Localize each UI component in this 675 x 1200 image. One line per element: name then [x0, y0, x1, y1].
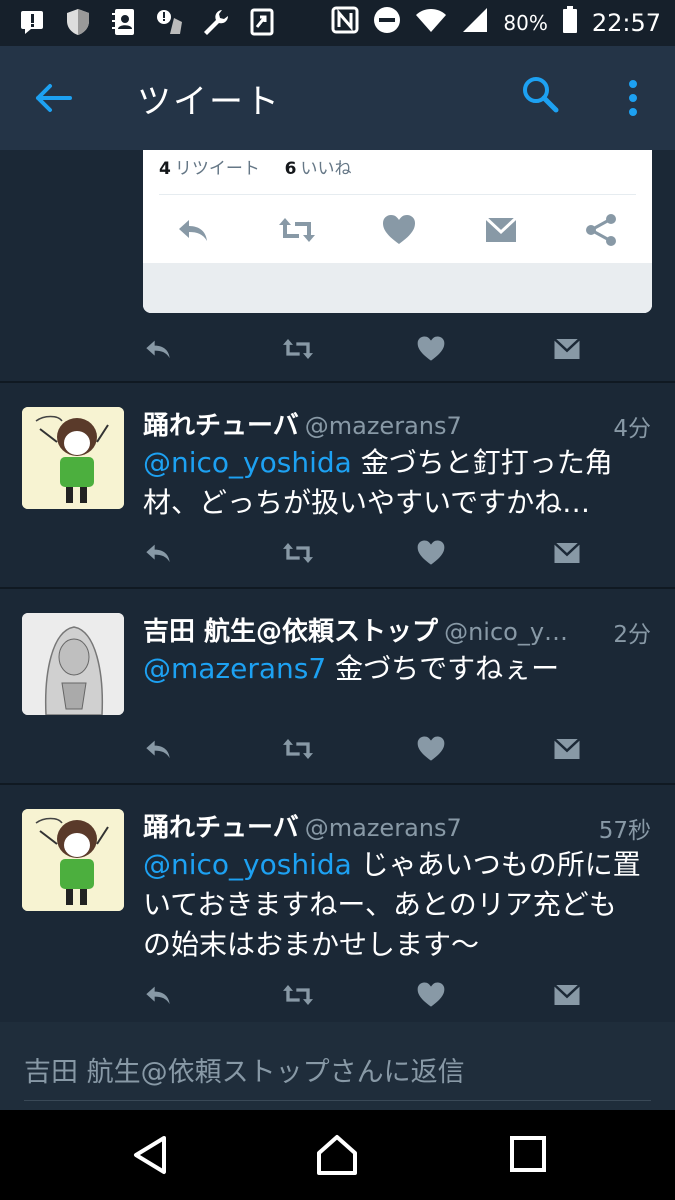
nav-home-icon[interactable] — [314, 1132, 360, 1178]
retweet-icon[interactable] — [281, 538, 313, 568]
alert-message-icon — [18, 8, 46, 36]
shield-icon — [64, 8, 92, 36]
embedded-retweet-count: 4 — [159, 159, 171, 179]
direct-message-icon[interactable] — [552, 334, 582, 364]
reply-icon[interactable] — [143, 334, 173, 364]
embedded-tweet-card[interactable]: 4 リツイート 6 いいね — [143, 150, 652, 313]
embedded-retweet-label: リツイート — [174, 159, 260, 179]
embedded-card-footer — [143, 263, 652, 313]
retweet-icon[interactable] — [281, 334, 313, 364]
mention-link[interactable]: @nico_yoshida — [143, 446, 352, 479]
reply-icon[interactable] — [143, 538, 173, 568]
tweet-time: 2分 — [613, 622, 651, 648]
screen-share-icon — [248, 8, 276, 36]
reply-composer[interactable]: 吉田 航生@依頼ストップさんに返信 — [0, 1022, 675, 1110]
tweet-text-line: 金づちと釘打った角 — [351, 446, 613, 479]
direct-message-icon[interactable] — [552, 538, 582, 568]
nfc-icon — [331, 6, 359, 40]
wrench-icon — [202, 8, 230, 36]
tweet-text: @mazerans7 金づちですねぇー — [143, 649, 655, 689]
author-display-name: 吉田 航生@依頼ストップ — [143, 617, 439, 647]
nav-recents-icon[interactable] — [506, 1132, 552, 1178]
tweet-text-line: の始末はおまかせします〜 — [143, 928, 480, 961]
embedded-like-count: 6 — [284, 159, 297, 179]
tweet-text-line: 金づちですねぇー — [326, 652, 560, 685]
contacts-book-icon — [110, 8, 138, 36]
author-display-name: 踊れチューバ — [143, 411, 299, 441]
app-bar: ツイート — [0, 46, 675, 150]
system-nav-bar — [0, 1110, 675, 1200]
avatar[interactable] — [22, 613, 124, 715]
status-bar: 80% 22:57 — [0, 0, 675, 46]
tweet-item[interactable]: 踊れチューバ @mazerans7 4分 @nico_yoshida 金づちと釘打… — [0, 383, 675, 587]
app-alert-icon — [156, 8, 184, 36]
author-name[interactable]: 吉田 航生@依頼ストップ @nico_y… — [143, 611, 568, 648]
share-icon[interactable] — [583, 212, 619, 248]
like-heart-icon[interactable] — [381, 212, 417, 248]
mention-link[interactable]: @nico_yoshida — [143, 848, 352, 881]
author-handle: @mazerans7 — [304, 412, 462, 440]
nav-back-icon[interactable] — [128, 1132, 174, 1178]
tweet-text: @nico_yoshida じゃあいつもの所に置 いておきますねー、あとのリア充… — [143, 845, 655, 965]
embedded-counts: 4 リツイート 6 いいね — [159, 154, 352, 179]
tweet-action-row — [143, 980, 583, 1010]
avatar[interactable] — [22, 407, 124, 509]
tweet-text: @nico_yoshida 金づちと釘打った角 材、どっちが扱いやすいですかね… — [143, 443, 655, 523]
like-heart-icon[interactable] — [416, 334, 446, 364]
retweet-icon[interactable] — [277, 212, 315, 248]
more-options-icon[interactable] — [618, 76, 648, 120]
embedded-action-row — [143, 208, 652, 254]
author-handle: @nico_y… — [444, 618, 569, 646]
tweet-action-row — [143, 334, 583, 364]
reply-icon[interactable] — [143, 734, 173, 764]
tweet-item[interactable]: 吉田 航生@依頼ストップ @nico_y… 2分 @mazerans7 金づちです… — [0, 589, 675, 783]
tweet-action-row — [143, 734, 583, 764]
avatar[interactable] — [22, 809, 124, 911]
direct-message-icon[interactable] — [552, 734, 582, 764]
tweet-text-line: じゃあいつもの所に置 — [351, 848, 641, 881]
signal-icon — [461, 7, 489, 39]
retweet-icon[interactable] — [281, 980, 313, 1010]
author-name[interactable]: 踊れチューバ @mazerans7 — [143, 807, 462, 844]
back-arrow-icon[interactable] — [32, 76, 76, 120]
tweet-time: 4分 — [613, 416, 651, 442]
like-heart-icon[interactable] — [416, 980, 446, 1010]
search-icon[interactable] — [520, 74, 560, 114]
author-name[interactable]: 踊れチューバ @mazerans7 — [143, 405, 462, 442]
tweet-action-row — [143, 538, 583, 568]
like-heart-icon[interactable] — [416, 538, 446, 568]
page-title: ツイート — [137, 82, 281, 122]
clock: 22:57 — [591, 9, 661, 37]
reply-input[interactable]: 吉田 航生@依頼ストップさんに返信 — [24, 1050, 465, 1089]
battery-icon — [562, 6, 578, 40]
wifi-icon — [415, 7, 447, 39]
direct-message-icon[interactable] — [552, 980, 582, 1010]
tweet-time: 57秒 — [598, 818, 651, 844]
author-display-name: 踊れチューバ — [143, 813, 299, 843]
divider — [159, 194, 636, 195]
retweet-icon[interactable] — [281, 734, 313, 764]
embedded-like-label: いいね — [300, 159, 352, 179]
like-heart-icon[interactable] — [416, 734, 446, 764]
direct-message-icon[interactable] — [483, 212, 519, 248]
tweet-text-line: 材、どっちが扱いやすいですかね… — [143, 486, 591, 519]
tweet-text-line: いておきますねー、あとのリア充ども — [143, 888, 617, 921]
battery-percent: 80% — [503, 11, 548, 35]
reply-icon[interactable] — [143, 980, 173, 1010]
author-handle: @mazerans7 — [304, 814, 462, 842]
divider — [24, 1100, 651, 1101]
reply-icon[interactable] — [175, 212, 211, 248]
do-not-disturb-icon — [373, 6, 401, 40]
tweet-item[interactable]: 踊れチューバ @mazerans7 57秒 @nico_yoshida じゃあいつ… — [0, 785, 675, 1021]
mention-link[interactable]: @mazerans7 — [143, 652, 326, 685]
